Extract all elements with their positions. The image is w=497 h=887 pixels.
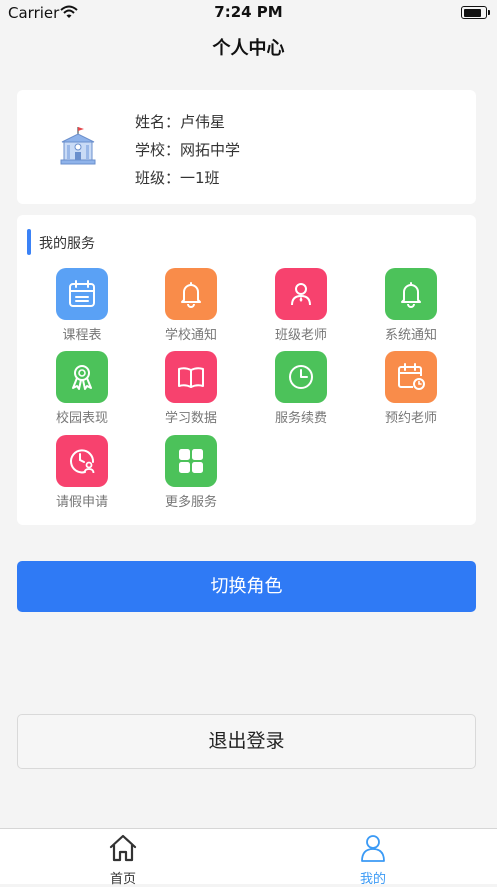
tab-bar: 首页 我的 xyxy=(0,828,497,887)
award-icon xyxy=(56,351,108,403)
service-label: 服务续费 xyxy=(274,411,327,426)
services-card: 我的服务 课程表 学校通知 班级老师 系统通知 校园表现 学习数据 服务续费 预… xyxy=(17,215,476,525)
service-study-data[interactable]: 学习数据 xyxy=(136,351,246,426)
services-title: 我的服务 xyxy=(39,236,95,252)
service-more[interactable]: 更多服务 xyxy=(136,435,246,510)
profile-card: 姓名：卢伟星 学校：网拓中学 班级：一1班 xyxy=(17,90,476,204)
student-name: 姓名：卢伟星 xyxy=(135,113,226,131)
service-label: 学校通知 xyxy=(164,328,217,343)
service-leave-request[interactable]: 请假申请 xyxy=(27,435,137,510)
tab-home[interactable]: 首页 xyxy=(63,833,183,887)
service-book-teacher[interactable]: 预约老师 xyxy=(356,351,466,426)
book-icon xyxy=(165,351,217,403)
service-label: 请假申请 xyxy=(55,495,108,510)
service-label: 班级老师 xyxy=(274,328,327,343)
grid-icon xyxy=(165,435,217,487)
calendar-icon xyxy=(56,268,108,320)
user-icon xyxy=(358,835,388,867)
service-class-teacher[interactable]: 班级老师 xyxy=(246,268,356,343)
school-building-icon xyxy=(59,126,97,170)
bell-icon xyxy=(165,268,217,320)
battery-icon xyxy=(461,6,490,19)
teacher-icon xyxy=(275,268,327,320)
leave-clock-icon xyxy=(56,435,108,487)
tab-mine-label: 我的 xyxy=(359,872,386,887)
calendar-clock-icon xyxy=(385,351,437,403)
profile-info: 姓名：卢伟星 学校：网拓中学 班级：一1班 xyxy=(135,108,240,192)
service-label: 课程表 xyxy=(62,328,102,343)
service-label: 预约老师 xyxy=(384,411,437,426)
student-school: 学校：网拓中学 xyxy=(135,141,241,159)
switch-role-button[interactable]: 切换角色 xyxy=(17,561,476,612)
home-icon xyxy=(108,834,138,867)
service-school-notice[interactable]: 学校通知 xyxy=(136,268,246,343)
status-bar: Carrier 7:24 PM xyxy=(0,0,497,26)
clock-time: 7:24 PM xyxy=(214,3,283,21)
page-title: 个人中心 xyxy=(212,38,285,59)
service-label: 校园表现 xyxy=(55,411,108,426)
service-label: 系统通知 xyxy=(384,328,437,343)
section-accent-bar xyxy=(27,229,31,255)
tab-mine[interactable]: 我的 xyxy=(313,833,433,887)
service-renewal[interactable]: 服务续费 xyxy=(246,351,356,426)
bell-icon xyxy=(385,268,437,320)
tab-home-label: 首页 xyxy=(109,872,136,887)
clock-icon xyxy=(275,351,327,403)
service-schedule[interactable]: 课程表 xyxy=(27,268,137,343)
logout-button[interactable]: 退出登录 xyxy=(17,714,476,769)
service-system-notice[interactable]: 系统通知 xyxy=(356,268,466,343)
student-class: 班级：一1班 xyxy=(135,169,220,187)
service-campus-performance[interactable]: 校园表现 xyxy=(27,351,137,426)
service-label: 学习数据 xyxy=(164,411,217,426)
service-label: 更多服务 xyxy=(164,495,217,510)
